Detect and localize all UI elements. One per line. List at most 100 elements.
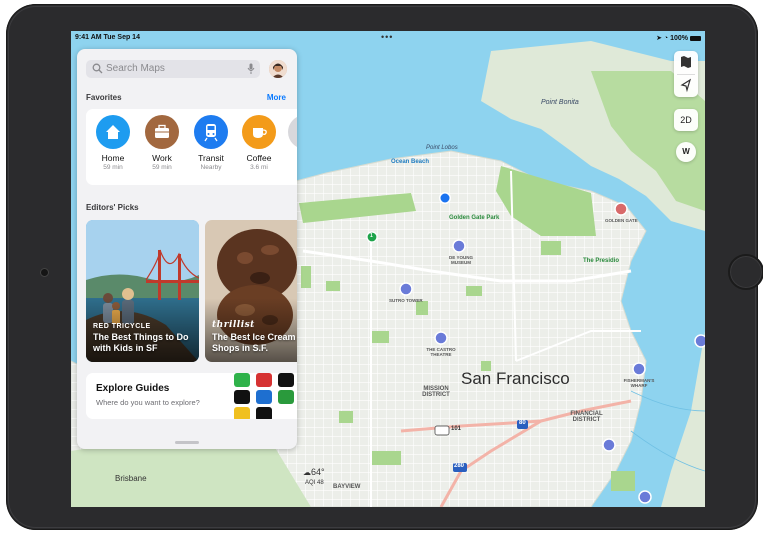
search-input[interactable]: Search Maps (106, 63, 165, 74)
house-icon (96, 115, 130, 149)
front-camera (40, 268, 49, 277)
favorite-eta: 3.6 mi (250, 164, 268, 171)
microphone-icon[interactable] (247, 63, 255, 75)
map-controls-group (674, 51, 698, 97)
location-arrow-icon: ➤ (656, 35, 662, 42)
card-title: The Best Ice Cream Shops in S.F. (212, 332, 296, 353)
battery-icon (690, 35, 701, 41)
park (541, 241, 561, 255)
explore-guides-title: Explore Guides (96, 383, 170, 394)
highway-101-label: 101 (451, 426, 462, 432)
poi-pin[interactable] (632, 362, 646, 376)
favorites-heading: Favorites (86, 93, 122, 102)
app-icon (256, 390, 272, 404)
poi-pin[interactable] (434, 331, 448, 345)
highway-280-label: 280 (454, 463, 465, 469)
app-icon (256, 407, 272, 419)
guide-card-kids[interactable]: RED TRICYCLE The Best Things to Do with … (86, 220, 199, 362)
favorite-home[interactable]: Home 59 min (88, 115, 138, 171)
home-button[interactable] (728, 254, 763, 290)
search-bar[interactable]: Search Maps (86, 60, 260, 78)
favorite-eta: 59 min (152, 164, 172, 171)
app-icon (278, 390, 294, 404)
favorites-row: Home 59 min Work 59 min Transit Nearby C… (86, 109, 297, 185)
card-title: The Best Things to Do with Kids in SF (93, 332, 189, 353)
favorite-work[interactable]: Work 59 min (137, 115, 187, 171)
ocean-beach-label: Ocean Beach (391, 159, 430, 165)
compass-button[interactable]: W (676, 142, 696, 162)
app-icon (234, 373, 250, 387)
cup-icon (242, 115, 276, 149)
poi-pin[interactable] (614, 202, 628, 216)
park (371, 331, 389, 343)
status-bar: 9:41 AM Tue Sep 14 ••• ➤ ◔ 100% (71, 31, 705, 45)
train-icon (194, 115, 228, 149)
favorite-eta: Nearby (200, 164, 222, 171)
profile-image (269, 60, 287, 78)
sutro-tower-label: SUTRO TOWER (389, 298, 423, 303)
poi-pin[interactable] (452, 239, 466, 253)
favorite-eta: 59 min (103, 164, 123, 171)
temperature: 64° (311, 467, 325, 477)
favorites-more-link[interactable]: More (267, 93, 286, 102)
app-icon (234, 407, 250, 419)
card-brand: thrillist (212, 320, 255, 330)
favorite-name: Home (101, 153, 125, 163)
map-icon (681, 56, 691, 68)
golden-gate-park-label: Golden Gate Park (449, 215, 500, 221)
explore-guides-row[interactable]: Explore Guides Where do you want to expl… (86, 373, 297, 419)
app-icon (278, 373, 294, 387)
app-icon (234, 390, 250, 404)
park (326, 281, 340, 291)
panel-grabber[interactable] (175, 441, 199, 444)
favorite-name: Work (152, 153, 172, 163)
city-label: San Francisco (461, 369, 570, 388)
app-icon (256, 373, 272, 387)
editors-picks-heading: Editors' Picks (86, 203, 139, 212)
search-icon (92, 63, 103, 74)
favorite-name: Coffee (246, 153, 272, 163)
search-panel: Search Maps Favorites More Home 59 min W… (77, 49, 297, 449)
golden-gate-label: GOLDEN GATE (605, 218, 638, 223)
park (339, 411, 353, 423)
point-lobos-label: Point Lobos (426, 145, 458, 151)
highway-80-label: 80 (519, 420, 526, 426)
locate-button[interactable] (674, 74, 698, 97)
avatar[interactable] (269, 60, 287, 78)
highway-shield-101 (434, 425, 450, 436)
mission-district-label: MISSION DISTRICT (422, 386, 450, 398)
battery-percent: 100% (670, 35, 688, 42)
park (371, 451, 401, 465)
favorite-coffee[interactable]: Coffee 3.6 mi (234, 115, 284, 171)
briefcase-icon (145, 115, 179, 149)
presidio-label: The Presidio (583, 258, 620, 264)
compass-label: W (682, 147, 690, 156)
fishermans-wharf-label: FISHERMAN'S WHARF (623, 378, 655, 388)
point-bonita-label: Point Bonita (541, 99, 579, 106)
de-young-label: DE YOUNG MUSEUM (449, 255, 473, 265)
weather-widget[interactable]: ☁64° (303, 467, 325, 477)
status-time: 9:41 AM Tue Sep 14 (75, 34, 140, 41)
explore-guides-subtitle: Where do you want to explore? (96, 398, 200, 407)
park (301, 266, 311, 288)
poi-pin[interactable] (638, 490, 652, 504)
bayview-label: BAYVIEW (333, 484, 361, 490)
screen: 101 80 280 1 San Francisco Point Bonita … (71, 31, 705, 507)
location-arrow-icon (680, 78, 692, 93)
wifi-icon: ◔ (663, 35, 669, 42)
poi-pin[interactable] (399, 282, 413, 296)
park (416, 301, 428, 315)
brisbane-label: Brisbane (115, 474, 147, 483)
favorite-transit[interactable]: Transit Nearby (186, 115, 236, 171)
park (466, 286, 482, 296)
poi-pin[interactable] (602, 438, 616, 452)
favorite-partial[interactable] (288, 115, 297, 149)
poi-pin[interactable] (694, 334, 705, 348)
favorite-name: Transit (198, 153, 224, 163)
park (611, 471, 635, 491)
map-mode-button[interactable] (674, 51, 698, 74)
multitask-dots[interactable]: ••• (381, 32, 393, 42)
financial-district-label: FINANCIAL DISTRICT (570, 411, 603, 423)
guide-card-ice-cream[interactable]: thrillist The Best Ice Cream Shops in S.… (205, 220, 297, 362)
2d-toggle-button[interactable]: 2D (674, 109, 698, 131)
